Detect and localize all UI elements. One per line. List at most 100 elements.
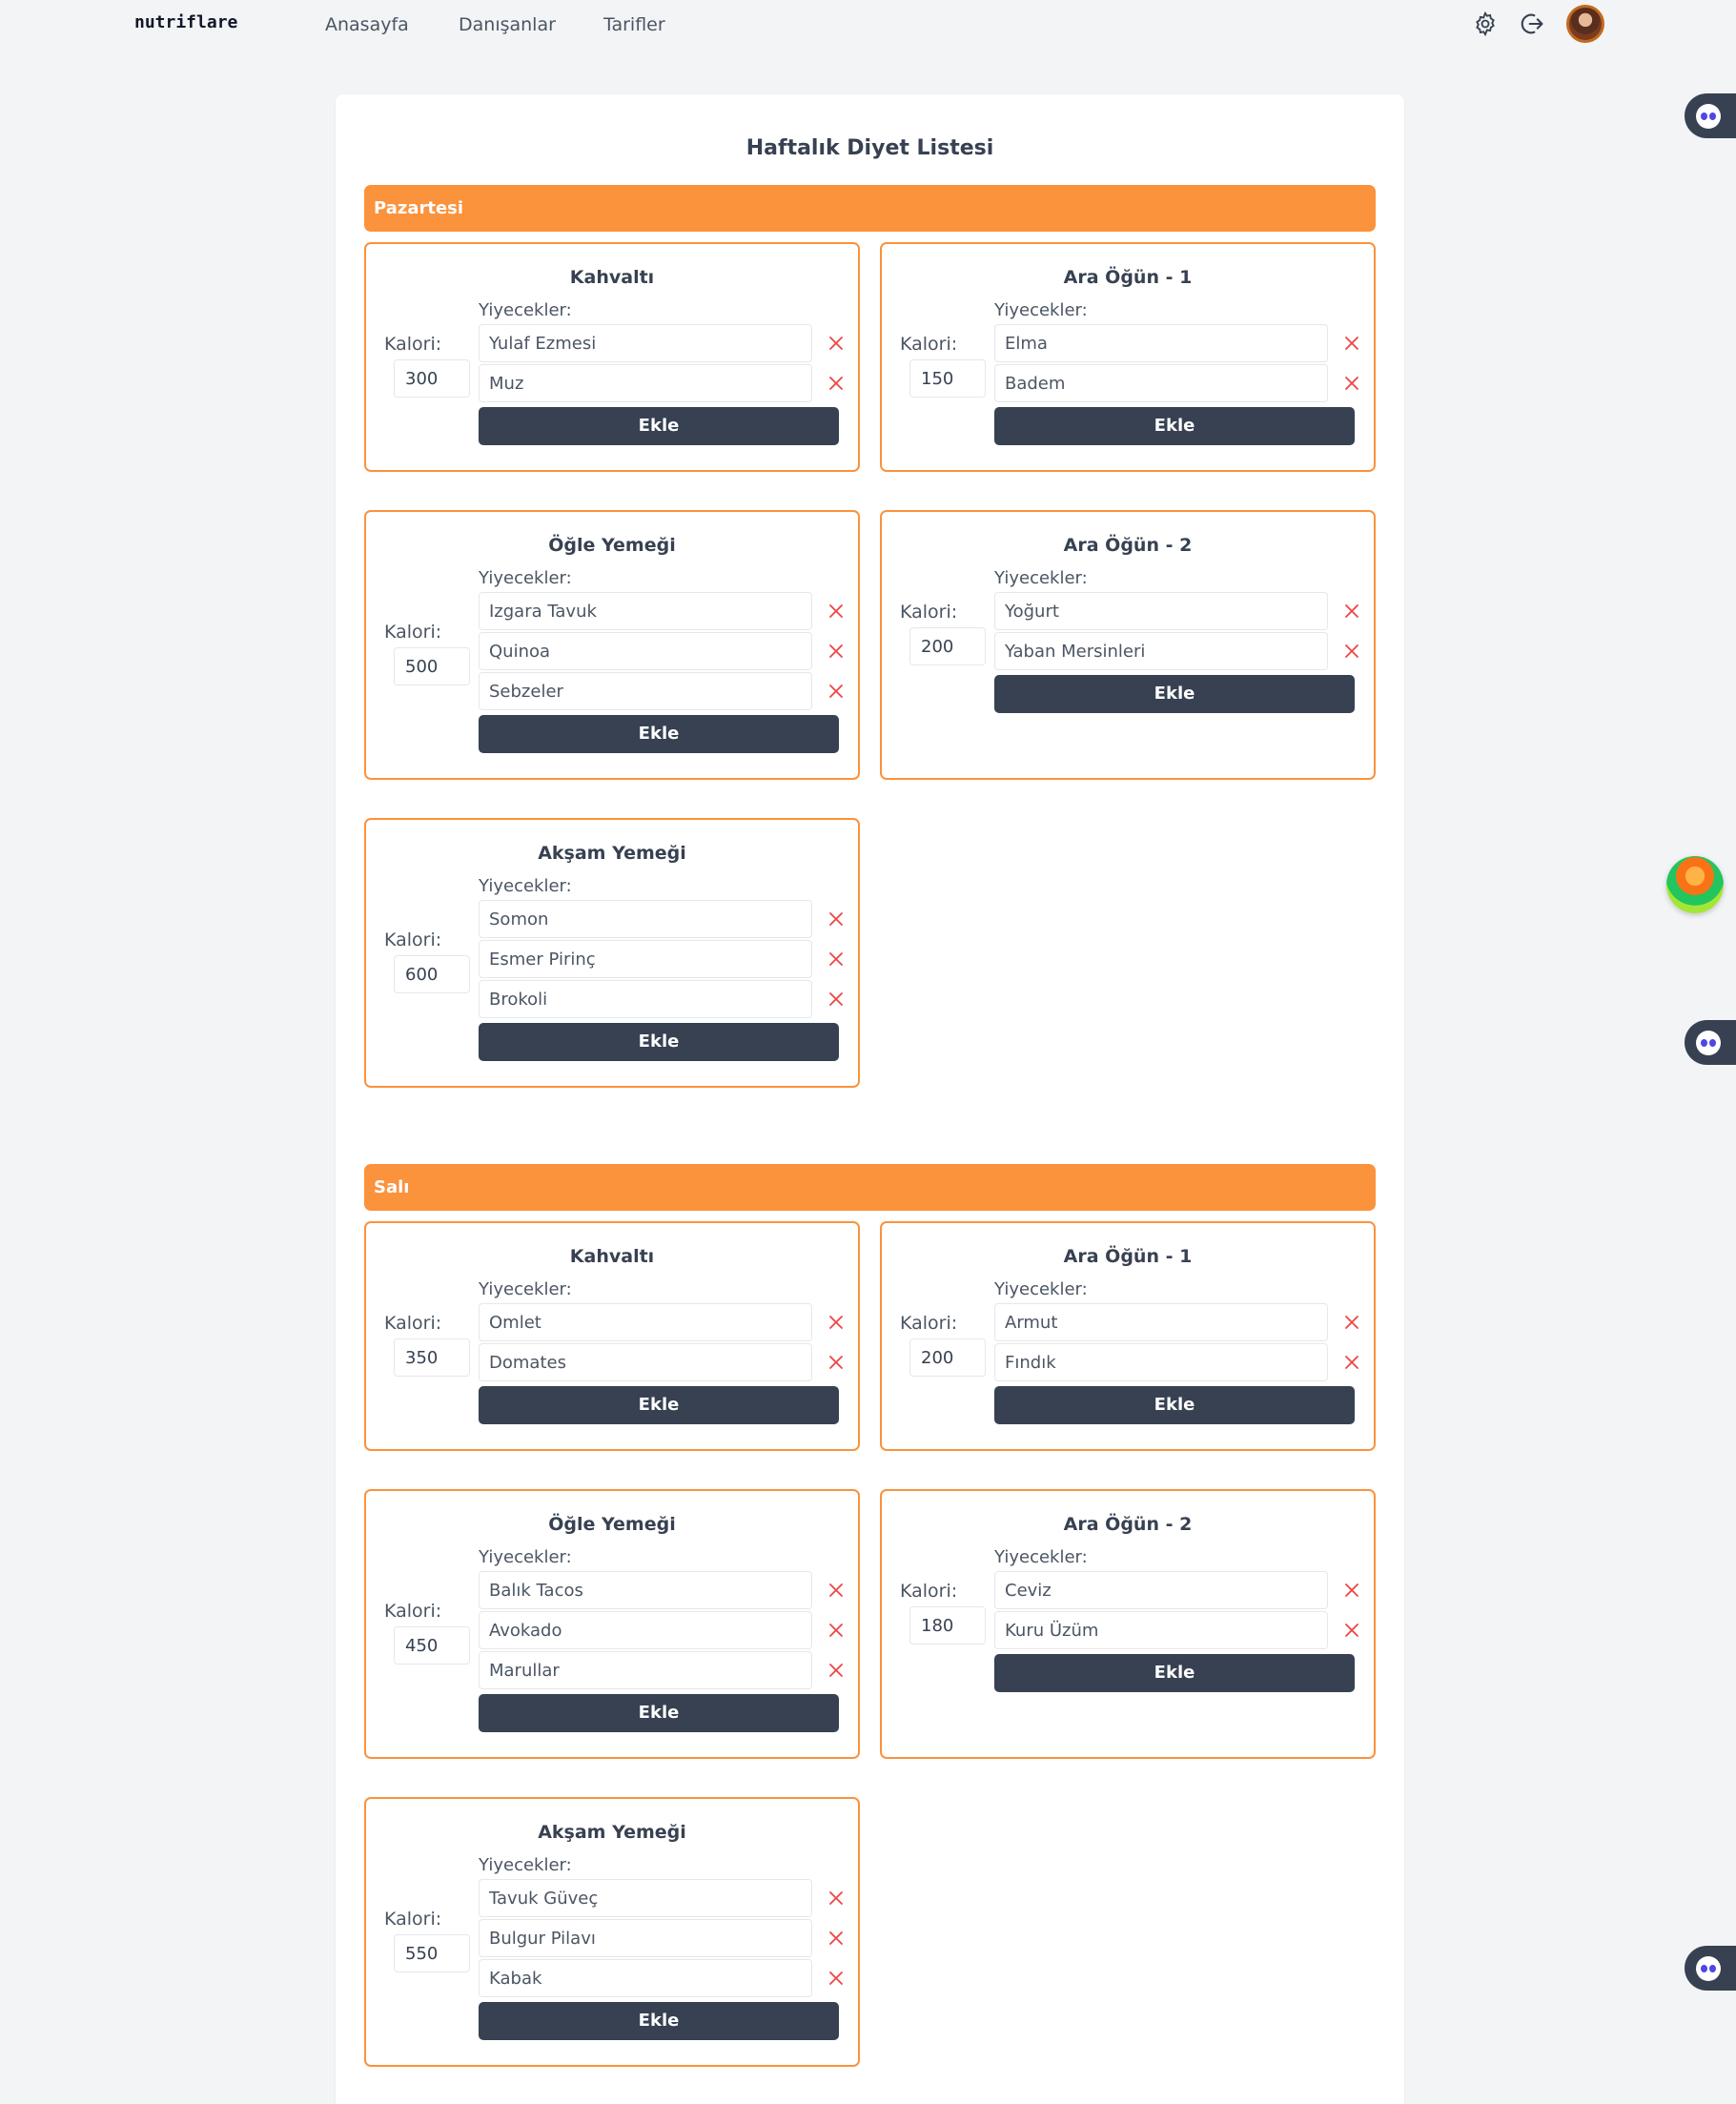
- food-input[interactable]: Quinoa: [479, 632, 812, 670]
- foods-label: Yiyecekler:: [479, 1279, 572, 1299]
- food-input[interactable]: Omlet: [479, 1303, 812, 1341]
- close-icon[interactable]: [826, 989, 847, 1010]
- food-row: Tavuk Güveç: [479, 1879, 850, 1919]
- food-input[interactable]: Avokado: [479, 1611, 812, 1649]
- add-food-button[interactable]: Ekle: [479, 715, 839, 753]
- food-input[interactable]: Fındık: [994, 1343, 1328, 1381]
- logout-icon[interactable]: [1517, 9, 1547, 39]
- close-icon[interactable]: [826, 909, 847, 929]
- close-icon[interactable]: [826, 1312, 847, 1333]
- calories-input[interactable]: 550: [394, 1934, 470, 1972]
- food-row: Marullar: [479, 1651, 850, 1691]
- meal-card: Kahvaltı Yiyecekler: Kalori: 300 Yulaf Ezmes…: [364, 242, 860, 472]
- close-icon[interactable]: [826, 641, 847, 662]
- calories-label: Kalori:: [384, 622, 442, 643]
- add-food-button[interactable]: Ekle: [994, 675, 1355, 713]
- nav-link-recipes[interactable]: Tarifler: [603, 14, 665, 35]
- close-icon[interactable]: [1341, 1352, 1362, 1373]
- close-icon[interactable]: [1341, 601, 1362, 622]
- food-row: Esmer Pirinç: [479, 940, 850, 980]
- add-food-button[interactable]: Ekle: [994, 1386, 1355, 1424]
- close-icon[interactable]: [1341, 641, 1362, 662]
- calories-input[interactable]: 200: [909, 627, 986, 665]
- food-input[interactable]: Yulaf Ezmesi: [479, 324, 812, 362]
- food-input[interactable]: Brokoli: [479, 980, 812, 1018]
- meal-card: Akşam Yemeği Yiyecekler: Kalori: 550 Tavuk G…: [364, 1797, 860, 2067]
- chat-bubble-icon: [1696, 1030, 1721, 1055]
- close-icon[interactable]: [826, 1888, 847, 1909]
- chat-bubble-button[interactable]: [1685, 93, 1736, 138]
- beach-icon[interactable]: [1666, 856, 1724, 913]
- close-icon[interactable]: [826, 681, 847, 702]
- food-input[interactable]: Somon: [479, 900, 812, 938]
- food-input[interactable]: Tavuk Güveç: [479, 1879, 812, 1917]
- calories-input[interactable]: 500: [394, 647, 470, 685]
- food-input[interactable]: Sebzeler: [479, 672, 812, 710]
- close-icon[interactable]: [826, 1352, 847, 1373]
- food-input[interactable]: Elma: [994, 324, 1328, 362]
- food-row: Ceviz: [994, 1571, 1366, 1611]
- food-input[interactable]: Kabak: [479, 1959, 812, 1997]
- close-icon[interactable]: [826, 1968, 847, 1989]
- food-input[interactable]: Izgara Tavuk: [479, 592, 812, 630]
- meal-title: Ara Öğün - 1: [1063, 1246, 1193, 1267]
- calories-label: Kalori:: [384, 1313, 442, 1334]
- meal-card: Öğle Yemeği Yiyecekler: Kalori: 500 Izgara T…: [364, 510, 860, 780]
- food-input[interactable]: Balık Tacos: [479, 1571, 812, 1609]
- food-input[interactable]: Badem: [994, 364, 1328, 402]
- close-icon[interactable]: [1341, 1312, 1362, 1333]
- calories-input[interactable]: 200: [909, 1338, 986, 1377]
- close-icon[interactable]: [826, 333, 847, 354]
- food-input[interactable]: Bulgur Pilavı: [479, 1919, 812, 1957]
- food-input[interactable]: Marullar: [479, 1651, 812, 1689]
- chat-bubble-button[interactable]: [1685, 1946, 1736, 1991]
- food-input[interactable]: Esmer Pirinç: [479, 940, 812, 978]
- chat-bubble-icon: [1696, 1955, 1721, 1981]
- nav-link-home[interactable]: Anasayfa: [325, 14, 409, 35]
- close-icon[interactable]: [1341, 373, 1362, 394]
- add-food-button[interactable]: Ekle: [479, 1023, 839, 1061]
- nav-link-clients[interactable]: Danışanlar: [459, 14, 556, 35]
- food-input[interactable]: Muz: [479, 364, 812, 402]
- food-input[interactable]: Ceviz: [994, 1571, 1328, 1609]
- meal-title: Ara Öğün - 1: [1063, 267, 1193, 288]
- foods-label: Yiyecekler:: [479, 1547, 572, 1567]
- avatar[interactable]: [1566, 5, 1604, 43]
- calories-input[interactable]: 300: [394, 359, 470, 398]
- gear-icon[interactable]: [1470, 9, 1501, 39]
- chat-bubble-icon: [1696, 103, 1721, 129]
- close-icon[interactable]: [826, 1928, 847, 1949]
- close-icon[interactable]: [1341, 1580, 1362, 1601]
- calories-input[interactable]: 150: [909, 359, 986, 398]
- close-icon[interactable]: [1341, 1620, 1362, 1641]
- add-food-button[interactable]: Ekle: [994, 407, 1355, 445]
- close-icon[interactable]: [826, 1580, 847, 1601]
- foods-label: Yiyecekler:: [479, 568, 572, 588]
- add-food-button[interactable]: Ekle: [479, 407, 839, 445]
- calories-input[interactable]: 180: [909, 1606, 986, 1644]
- meal-card: Öğle Yemeği Yiyecekler: Kalori: 450 Balık Ta…: [364, 1489, 860, 1759]
- meal-card: Ara Öğün - 2 Yiyecekler: Kalori: 200 Yoğurt Y…: [880, 510, 1376, 780]
- calories-input[interactable]: 350: [394, 1338, 470, 1377]
- food-input[interactable]: Kuru Üzüm: [994, 1611, 1328, 1649]
- food-input[interactable]: Yaban Mersinleri: [994, 632, 1328, 670]
- food-input[interactable]: Armut: [994, 1303, 1328, 1341]
- close-icon[interactable]: [826, 1620, 847, 1641]
- close-icon[interactable]: [826, 373, 847, 394]
- add-food-button[interactable]: Ekle: [479, 2002, 839, 2040]
- close-icon[interactable]: [826, 1660, 847, 1681]
- chat-bubble-button[interactable]: [1685, 1020, 1736, 1065]
- calories-input[interactable]: 450: [394, 1626, 470, 1665]
- add-food-button[interactable]: Ekle: [479, 1694, 839, 1732]
- foods-label: Yiyecekler:: [994, 568, 1088, 588]
- brand-logo[interactable]: nutriflare: [134, 12, 237, 32]
- add-food-button[interactable]: Ekle: [479, 1386, 839, 1424]
- calories-input[interactable]: 600: [394, 955, 470, 993]
- food-row: Quinoa: [479, 632, 850, 672]
- close-icon[interactable]: [1341, 333, 1362, 354]
- close-icon[interactable]: [826, 601, 847, 622]
- food-input[interactable]: Domates: [479, 1343, 812, 1381]
- add-food-button[interactable]: Ekle: [994, 1654, 1355, 1692]
- close-icon[interactable]: [826, 949, 847, 970]
- food-input[interactable]: Yoğurt: [994, 592, 1328, 630]
